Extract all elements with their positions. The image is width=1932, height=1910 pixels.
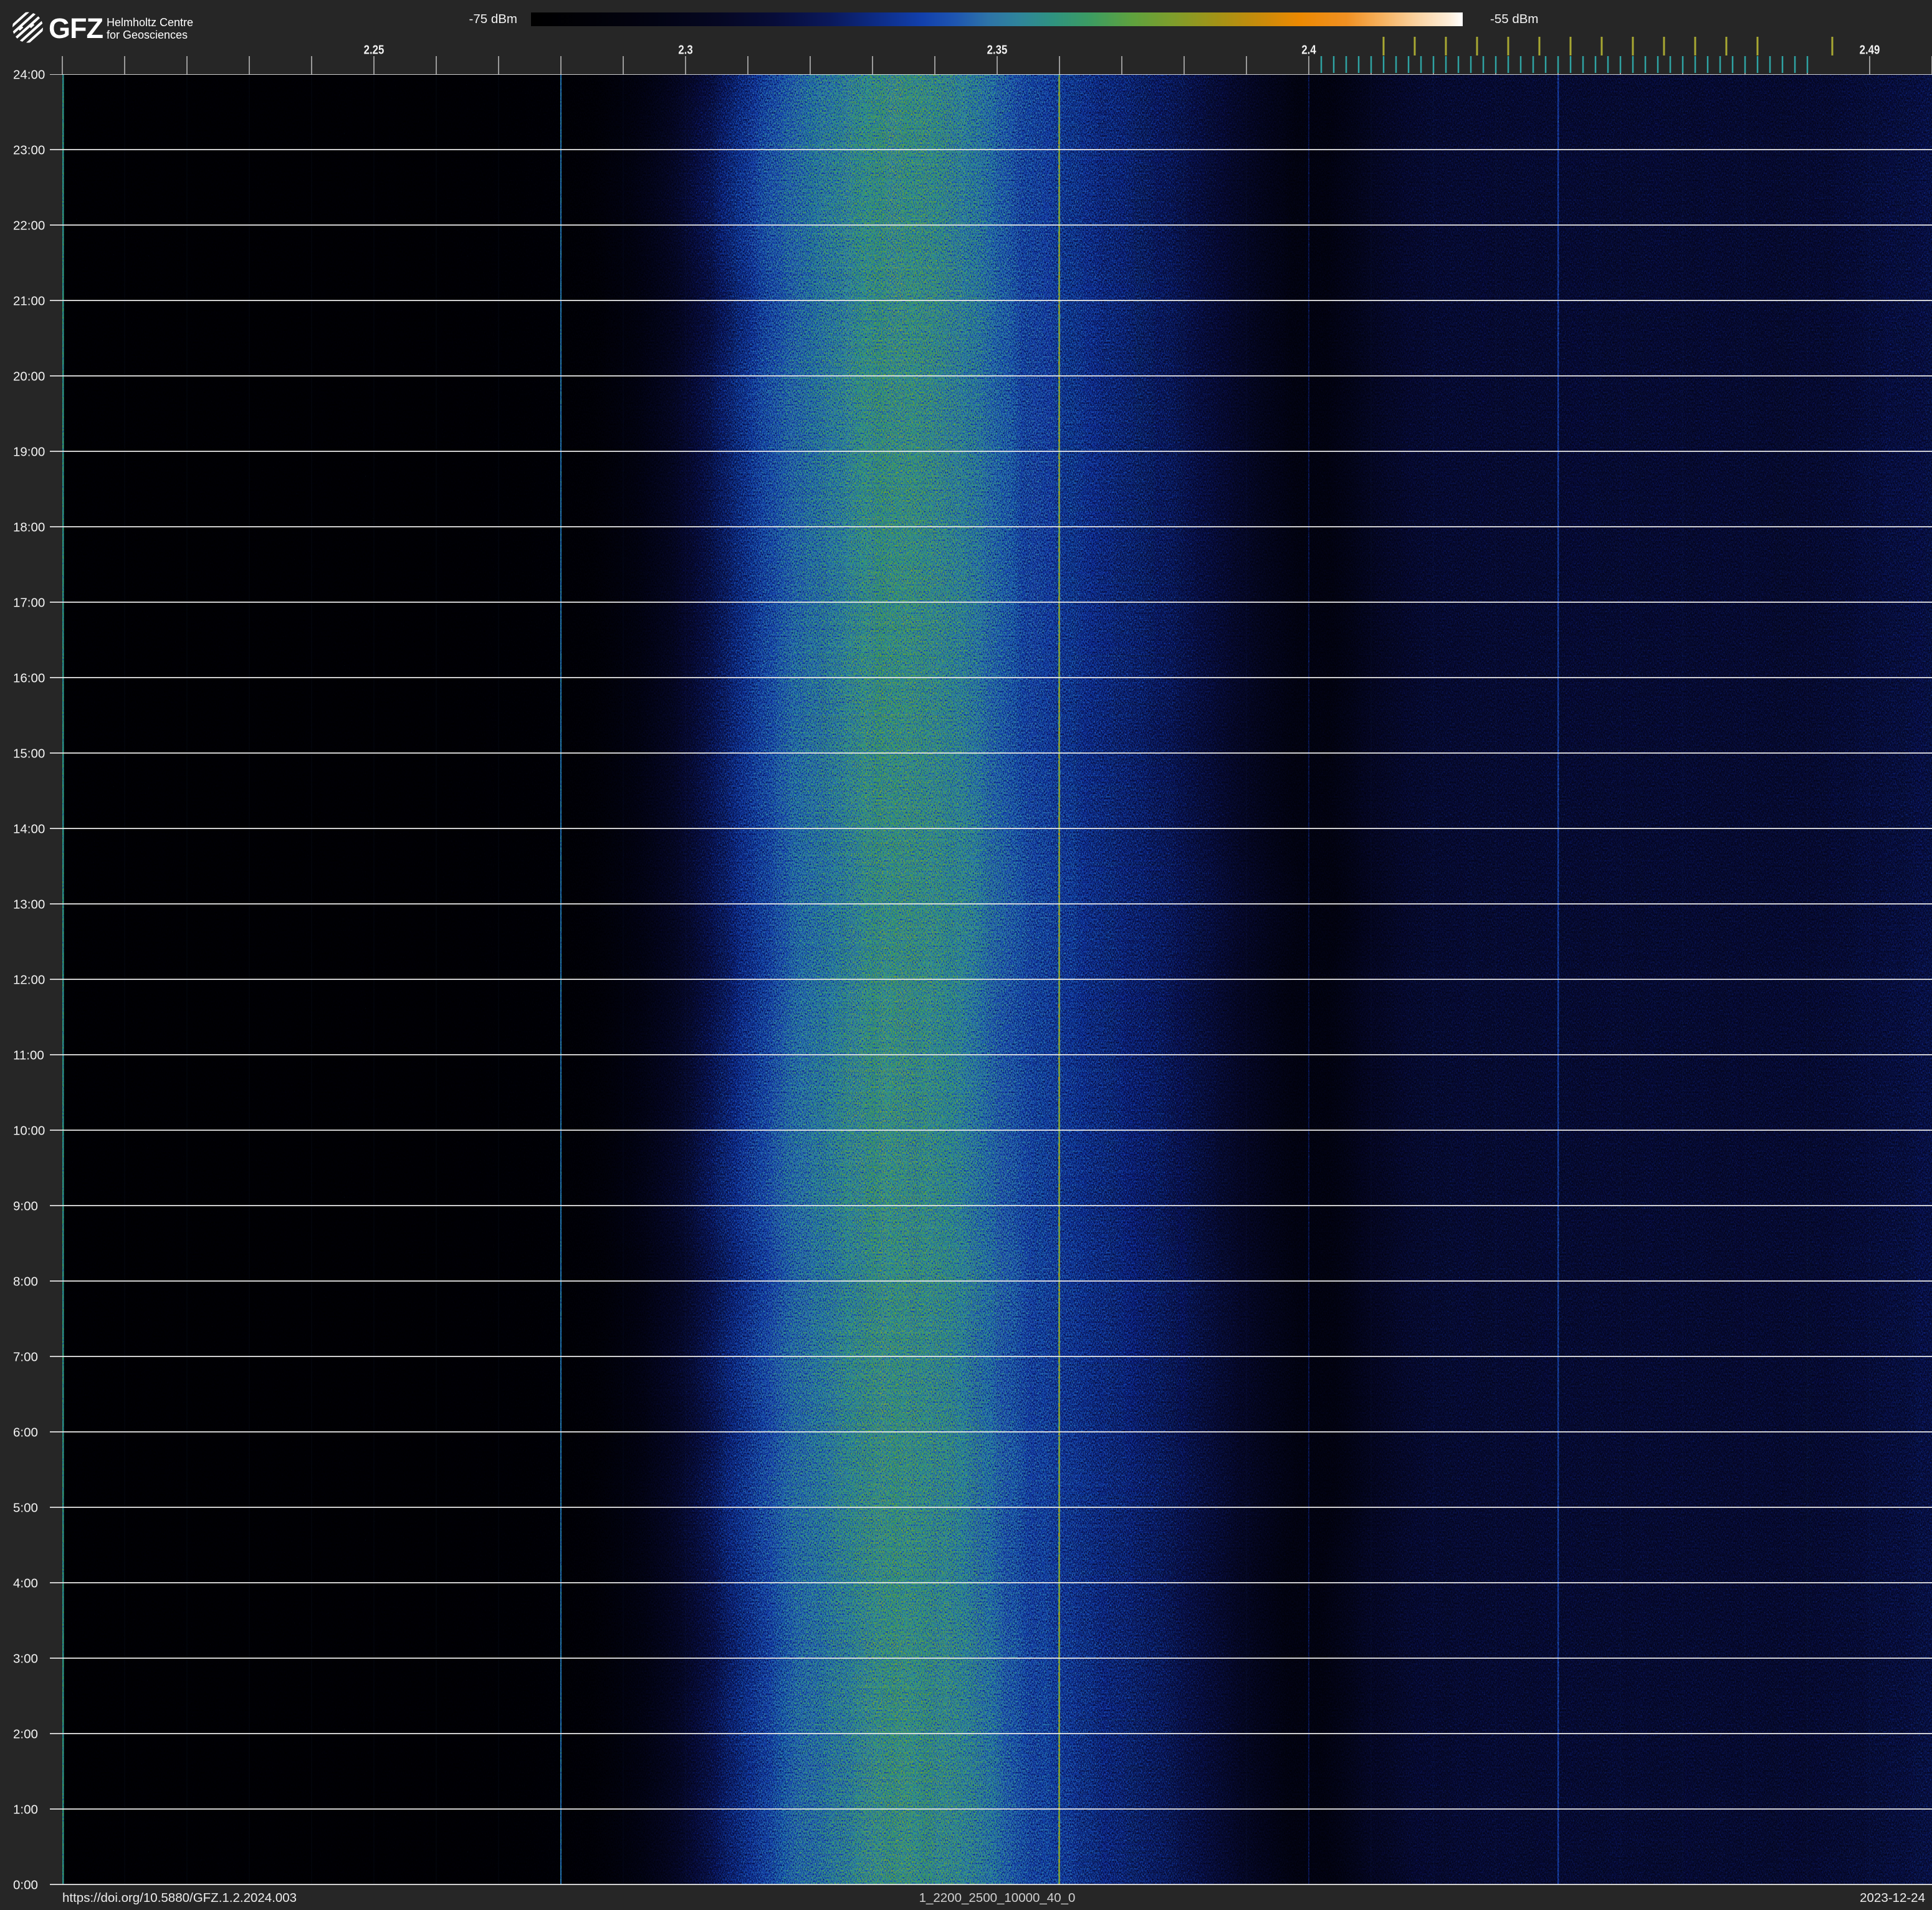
svg-text:for Geosciences: for Geosciences [107, 29, 188, 41]
svg-text:6:00: 6:00 [13, 1425, 38, 1439]
svg-text:13:00: 13:00 [13, 897, 45, 911]
svg-text:-75 dBm: -75 dBm [469, 12, 517, 26]
svg-text:2.25: 2.25 [364, 42, 385, 57]
svg-text:1_2200_2500_10000_40_0: 1_2200_2500_10000_40_0 [919, 1891, 1076, 1905]
svg-text:10:00: 10:00 [13, 1123, 45, 1138]
svg-text:15:00: 15:00 [13, 746, 45, 761]
svg-text:7:00: 7:00 [13, 1350, 38, 1364]
svg-text:17:00: 17:00 [13, 595, 45, 610]
svg-text:2.4: 2.4 [1301, 42, 1316, 57]
svg-text:16:00: 16:00 [13, 671, 45, 685]
svg-text:21:00: 21:00 [13, 294, 45, 308]
svg-text:2.3: 2.3 [678, 42, 692, 57]
svg-text:14:00: 14:00 [13, 822, 45, 836]
svg-text:-55 dBm: -55 dBm [1490, 12, 1538, 26]
svg-text:GFZ: GFZ [49, 12, 103, 44]
svg-text:0:00: 0:00 [13, 1878, 38, 1892]
svg-text:24:00: 24:00 [13, 67, 45, 82]
svg-text:12:00: 12:00 [13, 972, 45, 987]
svg-text:1:00: 1:00 [13, 1802, 38, 1816]
svg-text:5:00: 5:00 [13, 1500, 38, 1515]
svg-text:9:00: 9:00 [13, 1199, 38, 1213]
svg-text:2.35: 2.35 [987, 42, 1008, 57]
svg-text:23:00: 23:00 [13, 143, 45, 157]
svg-text:2023-12-24: 2023-12-24 [1860, 1891, 1925, 1905]
svg-text:2.49: 2.49 [1860, 42, 1880, 57]
svg-text:Helmholtz Centre: Helmholtz Centre [107, 16, 193, 29]
svg-text:18:00: 18:00 [13, 520, 45, 534]
svg-text:8:00: 8:00 [13, 1274, 38, 1289]
svg-text:4:00: 4:00 [13, 1576, 38, 1590]
svg-text:11:00: 11:00 [13, 1048, 44, 1062]
svg-text:20:00: 20:00 [13, 369, 45, 383]
svg-text:22:00: 22:00 [13, 218, 45, 233]
svg-text:19:00: 19:00 [13, 444, 45, 459]
svg-text:2:00: 2:00 [13, 1727, 38, 1741]
svg-text:3:00: 3:00 [13, 1651, 38, 1666]
svg-text:https://doi.org/10.5880/GFZ.1.: https://doi.org/10.5880/GFZ.1.2.2024.003 [62, 1891, 297, 1905]
